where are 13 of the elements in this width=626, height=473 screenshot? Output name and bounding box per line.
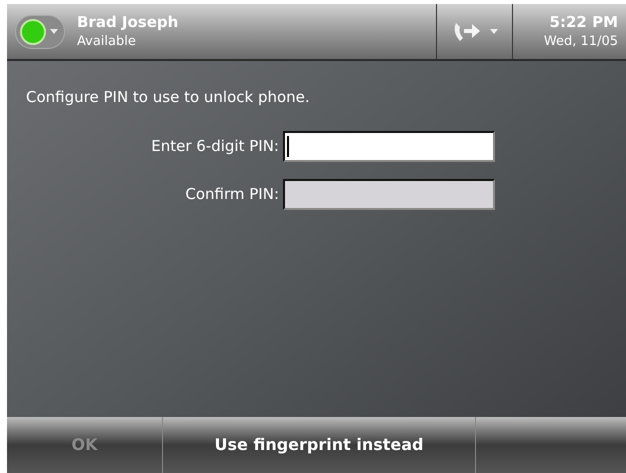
softkey[interactable]: Use fingerprint instead [163, 417, 476, 473]
field-label: Confirm PIN: [184, 184, 280, 205]
caret-icon [490, 29, 498, 34]
presence-button[interactable] [15, 14, 65, 48]
instruction-text: Configure PIN to use to unlock phone. [25, 87, 311, 108]
caret-icon [50, 29, 58, 34]
field-label: Enter 6-digit PIN: [150, 136, 280, 157]
presence-status: Available [77, 32, 137, 50]
user-name: Brad Joseph [77, 12, 178, 32]
pin-field[interactable] [283, 178, 495, 210]
clock-time: 5:22 PM [550, 12, 618, 32]
clock-date: Wed, 11/05 [544, 32, 618, 50]
pin-field[interactable] [283, 130, 495, 162]
